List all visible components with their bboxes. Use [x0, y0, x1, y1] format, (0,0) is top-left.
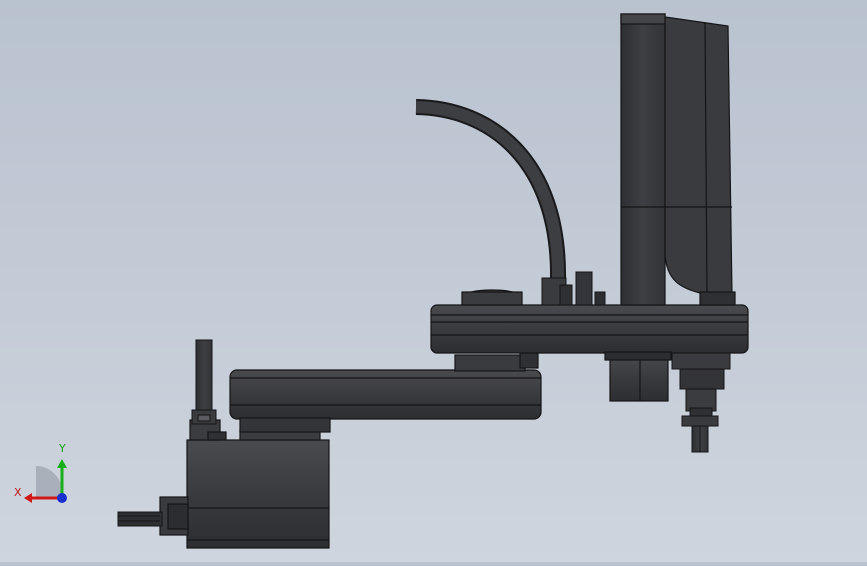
triad-x-label: X — [14, 486, 22, 499]
axis-triad — [24, 459, 67, 503]
first-arm[interactable] — [229, 351, 542, 433]
controller-box[interactable] — [620, 13, 736, 306]
base-unit[interactable] — [159, 419, 330, 549]
triad-y-label: Y — [59, 442, 66, 455]
cad-model-view[interactable] — [0, 0, 867, 562]
base-cable-post — [191, 339, 217, 425]
z-axis-shaft[interactable] — [681, 415, 719, 453]
ball-spline[interactable] — [671, 352, 731, 425]
base-cable — [117, 511, 163, 527]
motor-housing[interactable] — [604, 351, 672, 402]
cad-viewport[interactable]: X Y — [0, 0, 867, 562]
